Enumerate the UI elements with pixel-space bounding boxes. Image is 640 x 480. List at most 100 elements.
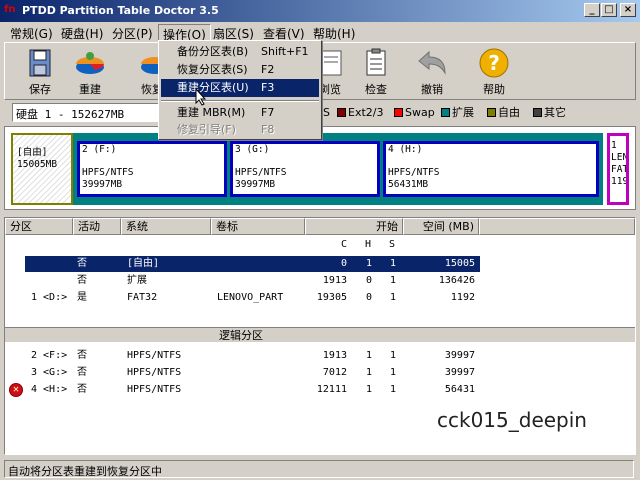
table-row[interactable]: 1 <D:> 是 FAT32 LENOVO_PART 19305 0 1 119…: [5, 290, 480, 306]
minimize-button[interactable]: _: [584, 3, 600, 17]
sub-c: C: [341, 239, 348, 250]
partition-f-fs: HPFS/NTFS: [82, 167, 134, 178]
menu-backup-partition-table[interactable]: 备份分区表(B) Shift+F1: [161, 43, 319, 61]
partition-g-name: 3 (G:): [235, 144, 270, 155]
partition-g-block[interactable]: 3 (G:) HPFS/NTFS 39997MB: [230, 141, 380, 197]
partition-d-label: LEN: [611, 152, 629, 163]
col-empty: [479, 218, 635, 235]
col-system[interactable]: 系统: [121, 218, 211, 235]
watermark-text: cck015_deepin: [437, 408, 587, 432]
cell-active: 否: [77, 367, 87, 378]
cell-size: 1192: [450, 292, 475, 303]
col-partition[interactable]: 分区: [5, 218, 73, 235]
cell-s: 1: [390, 258, 397, 269]
cell-c: 7012: [322, 367, 347, 378]
menu-rebuild-partition-table[interactable]: 重建分区表(U) F3: [161, 79, 319, 97]
extended-partition-block[interactable]: 2 (F:) HPFS/NTFS 39997MB 3 (G:) HPFS/NTF…: [73, 133, 603, 205]
close-button[interactable]: ×: [620, 3, 636, 17]
menu-item-label: 重建 MBR(M): [177, 106, 246, 119]
cell-size: 39997: [444, 350, 475, 361]
cell-size: 56431: [444, 384, 475, 395]
cell-size: 136426: [438, 275, 475, 286]
menu-help[interactable]: 帮助(H): [309, 24, 359, 41]
table-row[interactable]: 否 扩展 1913 0 1 136426: [25, 273, 480, 289]
menu-partition[interactable]: 分区(P): [108, 24, 157, 41]
help-label: 帮助: [483, 83, 505, 96]
menu-repair-boot[interactable]: 修复引导(F) F8: [161, 121, 319, 139]
title-bar: fn PTDD Partition Table Doctor 3.5 _ □ ×: [0, 0, 640, 22]
legend-swap-label: Swap: [405, 106, 435, 119]
cell-partition: 1 <D:>: [31, 292, 68, 303]
other-swatch: [533, 108, 542, 117]
col-size[interactable]: 空间 (MB): [403, 218, 479, 235]
cell-active: 否: [77, 258, 87, 269]
help-button[interactable]: ? 帮助: [469, 45, 519, 97]
menu-bar: 常规(G) 硬盘(H) 分区(P) 操作(O) 扇区(S) 查看(V) 帮助(H…: [0, 22, 640, 42]
partition-f-block[interactable]: 2 (F:) HPFS/NTFS 39997MB: [77, 141, 227, 197]
cell-active: 否: [77, 275, 87, 286]
cell-h: 1: [366, 384, 373, 395]
cell-s: 1: [390, 350, 397, 361]
help-icon: ?: [479, 48, 509, 78]
menu-item-label: 备份分区表(B): [177, 45, 249, 58]
cell-c: 12111: [316, 384, 347, 395]
col-start[interactable]: 开始: [305, 218, 403, 235]
cell-partition: 2 <F:>: [31, 350, 68, 361]
partition-d-size: 119: [611, 176, 629, 187]
menu-general[interactable]: 常规(G): [6, 24, 57, 41]
menu-item-label: 修复引导(F): [177, 123, 236, 136]
legend-ext23-label: Ext2/3: [348, 106, 384, 119]
status-text: 自动将分区表重建到恢复分区中: [4, 460, 634, 478]
disk-select[interactable]: 硬盘 1 - 152627MB: [12, 103, 162, 122]
menu-disk[interactable]: 硬盘(H): [57, 24, 107, 41]
cell-c: 1913: [322, 350, 347, 361]
maximize-button[interactable]: □: [601, 3, 617, 17]
app-icon: fn: [4, 4, 16, 15]
menu-item-shortcut: F3: [261, 81, 275, 94]
cell-active: 否: [77, 350, 87, 361]
menu-item-shortcut: Shift+F1: [261, 45, 309, 58]
check-label: 检查: [365, 83, 387, 96]
legend-extended-label: 扩展: [452, 106, 474, 119]
partition-g-fs: HPFS/NTFS: [235, 167, 287, 178]
col-label[interactable]: 卷标: [211, 218, 305, 235]
save-button[interactable]: 保存: [15, 45, 65, 97]
menu-operation[interactable]: 操作(O): [158, 24, 211, 42]
legend-other: 其它: [533, 106, 566, 120]
cell-s: 1: [390, 367, 397, 378]
menu-rebuild-mbr[interactable]: 重建 MBR(M) F7: [161, 104, 319, 122]
partition-d-fs: FAT: [611, 164, 629, 175]
cell-h: 1: [366, 367, 373, 378]
table-row[interactable]: 否 [自由] 0 1 1 15005: [25, 256, 480, 272]
free-swatch: [487, 108, 496, 117]
cell-c: 19305: [316, 292, 347, 303]
window-title: PTDD Partition Table Doctor 3.5: [22, 4, 219, 17]
cell-system: 扩展: [127, 275, 147, 286]
legend-free: 自由: [487, 106, 520, 120]
table-row[interactable]: ✕ 4 <H:> 否 HPFS/NTFS 12111 1 1 56431: [5, 382, 480, 398]
menu-view[interactable]: 查看(V): [259, 24, 309, 41]
partition-h-block[interactable]: 4 (H:) HPFS/NTFS 56431MB: [383, 141, 599, 197]
cell-size: 15005: [444, 258, 475, 269]
free-space-size: 15005MB: [17, 159, 58, 170]
check-button[interactable]: 检查: [351, 45, 401, 97]
legend-free-label: 自由: [498, 106, 520, 119]
menu-restore-partition-table[interactable]: 恢复分区表(S) F2: [161, 61, 319, 79]
operation-menu-dropdown: 备份分区表(B) Shift+F1 恢复分区表(S) F2 重建分区表(U) F…: [158, 40, 322, 140]
free-space-block[interactable]: [自由] 15005MB: [11, 133, 73, 205]
rebuild-button[interactable]: 重建: [65, 45, 115, 97]
cell-c: 1913: [322, 275, 347, 286]
rebuild-icon: [76, 52, 104, 74]
error-icon: ✕: [9, 383, 23, 397]
col-active[interactable]: 活动: [73, 218, 121, 235]
table-row[interactable]: 2 <F:> 否 HPFS/NTFS 1913 1 1 39997: [5, 348, 480, 364]
legend-ext23: Ext2/3: [337, 106, 383, 120]
legend-swap: Swap: [394, 106, 435, 120]
partition-f-name: 2 (F:): [82, 144, 117, 155]
menu-sector[interactable]: 扇区(S): [209, 24, 258, 41]
partition-d-block[interactable]: 1 LEN FAT 119: [607, 133, 629, 205]
save-icon: [29, 49, 51, 77]
status-bar: 自动将分区表重建到恢复分区中: [0, 458, 640, 480]
table-row[interactable]: 3 <G:> 否 HPFS/NTFS 7012 1 1 39997: [5, 365, 480, 381]
undo-button[interactable]: 撤销: [407, 45, 457, 97]
